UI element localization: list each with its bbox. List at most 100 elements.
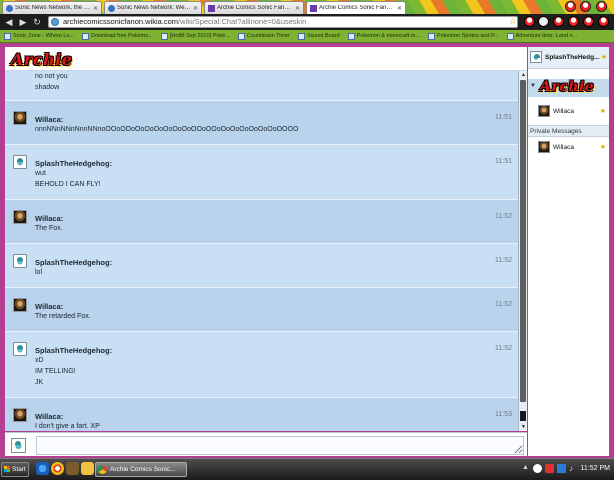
chat-message-input[interactable] [36, 436, 524, 455]
avatar[interactable] [13, 342, 27, 356]
bookmark-page-icon [4, 32, 11, 40]
sonic-favicon-icon [108, 4, 115, 12]
message-username[interactable]: Willaca: [35, 214, 63, 223]
minecraft-icon[interactable] [66, 462, 79, 475]
bookmark-item[interactable]: Sizzed Board [294, 32, 344, 40]
browser-tab-active[interactable]: Archie Comics Sonic Fanon W ✕ [306, 1, 406, 14]
message-list[interactable]: no not you shadow Willaca: 11:51 nnnNNnNNnNn… [5, 71, 518, 431]
avatar[interactable] [13, 298, 27, 312]
volume-icon[interactable]: ♪ [569, 464, 578, 473]
scroll-thumb[interactable] [520, 80, 526, 402]
avatar[interactable] [13, 254, 27, 268]
taskbar-clock[interactable]: 11:52 PM [581, 465, 610, 472]
start-button[interactable]: Start [1, 462, 29, 477]
pokeball-extension-icon[interactable] [568, 16, 579, 27]
message-username[interactable]: SplashTheHedgehog: [35, 159, 112, 168]
avatar[interactable] [13, 155, 27, 169]
security-icon[interactable] [545, 464, 554, 473]
avatar [11, 438, 26, 453]
private-user-name: Willaca [553, 144, 574, 151]
extension-icon[interactable] [538, 16, 549, 27]
bookmark-page-icon [160, 32, 168, 40]
pokeball-extension-icon[interactable] [583, 16, 594, 27]
show-hidden-icons-icon[interactable]: ▲ [522, 464, 531, 473]
bookmark-item[interactable]: Countdown Timer [234, 32, 294, 40]
chrome-icon[interactable] [51, 462, 64, 475]
current-user[interactable]: SplashTheHedg... ★ [528, 47, 609, 69]
close-tab-icon[interactable]: ✕ [397, 5, 402, 12]
message-username[interactable]: Willaca: [35, 412, 63, 421]
scroll-track[interactable] [520, 411, 526, 421]
pokeball-extension-icon[interactable] [598, 16, 609, 27]
message-text: wut [35, 170, 46, 177]
url-field[interactable]: archiecomicssonicfanon.wikia.com/wiki/Sp… [48, 16, 518, 28]
avatar [530, 51, 542, 63]
message-timestamp: 11:52 [495, 345, 512, 352]
bookmark-item[interactable]: Adventure time: Land o... [503, 32, 581, 40]
chat-window: Archie no not you shadow Willaca: 11:51 nnnN… [0, 43, 614, 458]
chat-message: SplashTheHedgehog: 11:52 xD IM TELLING! JK [5, 332, 518, 398]
ie-icon[interactable] [36, 462, 49, 475]
avatar[interactable] [13, 210, 27, 224]
bookmark-page-icon [297, 32, 305, 40]
bookmarks-bar: Sonic Zone - Where Le... Download free P… [0, 30, 614, 43]
bookmark-item[interactable]: Pokemon Sprites and P... [424, 32, 503, 40]
tab-label: Sonic News Network: Welco [117, 5, 191, 11]
maximize-icon[interactable] [580, 1, 591, 12]
browser-tab[interactable]: Sonic News Network: Welco ✕ [104, 1, 202, 14]
star-icon: ★ [600, 54, 607, 61]
collapse-arrow-icon[interactable]: ▼ [530, 83, 536, 89]
taskbar-window-button[interactable]: Archie Comics Sonic... [95, 462, 187, 477]
browser-tab[interactable]: Sonic News Network, the So ✕ [2, 1, 102, 14]
bookmark-star-icon[interactable]: ☆ [509, 16, 517, 27]
close-tab-icon[interactable]: ✕ [193, 5, 198, 12]
room-entry[interactable]: ▼ Archie [528, 79, 609, 97]
chat-message: Willaca: 11:53 I don't give a fart. XP [5, 398, 518, 431]
minimize-icon[interactable] [565, 1, 576, 12]
private-message-user[interactable]: Willaca ★ [528, 139, 609, 157]
avatar [538, 105, 550, 117]
scroll-up-icon[interactable]: ▲ [519, 71, 528, 79]
scroll-down-icon[interactable]: ▼ [519, 423, 528, 431]
forward-icon[interactable]: ▶ [17, 16, 29, 28]
avatar[interactable] [13, 111, 27, 125]
message-username[interactable]: Willaca: [35, 115, 63, 124]
room-user-item[interactable]: Willaca ★ [528, 103, 609, 121]
archie-wordmark[interactable]: Archie [11, 50, 72, 69]
avatar [538, 141, 550, 153]
message-username[interactable]: SplashTheHedgehog: [35, 258, 112, 267]
close-tab-icon[interactable]: ✕ [93, 5, 98, 12]
browser-tab[interactable]: Archie Comics Sonic Fanon W ✕ [204, 1, 304, 14]
taskbar-window-label: Archie Comics Sonic... [110, 466, 176, 473]
message-timestamp: 11:51 [495, 158, 512, 165]
taskbar: Start Archie Comics Sonic... ▲ ♪ 11:52 P… [0, 458, 614, 480]
avatar[interactable] [13, 408, 27, 422]
close-tab-icon[interactable]: ✕ [295, 5, 300, 12]
message-text: The Fox. [35, 225, 63, 232]
message-username[interactable]: Willaca: [35, 302, 63, 311]
chat-message: Willaca: 11:52 The retarded Fox. [5, 288, 518, 332]
bookmark-item[interactable]: Download free Pokémo... [78, 32, 157, 40]
back-icon[interactable]: ◀ [3, 16, 15, 28]
close-window-icon[interactable] [596, 1, 607, 12]
bookmark-page-icon [506, 32, 514, 40]
message-text: JK [35, 379, 44, 386]
bookmark-item[interactable]: [HotM Sep 2010] Poké... [157, 32, 234, 40]
bookmark-item[interactable]: Pokemon & minecraft m... [344, 32, 424, 40]
pokeball-extension-icon[interactable] [524, 16, 535, 27]
bookmark-page-icon [427, 32, 435, 40]
monitor-icon[interactable] [557, 464, 566, 473]
network-icon[interactable] [533, 464, 542, 473]
star-icon: ★ [599, 144, 606, 151]
message-scrollbar[interactable]: ▲ ▼ [518, 71, 527, 431]
pokeball-extension-icon[interactable] [553, 16, 564, 27]
folder-icon[interactable] [81, 462, 94, 475]
bookmark-item[interactable]: Sonic Zone - Where Le... [0, 32, 78, 40]
reload-icon[interactable]: ↻ [31, 16, 43, 28]
chat-message: Willaca: 11:51 nnnNNnNNnNnnNNnoOOoOOoOoOoO… [5, 101, 518, 145]
message-timestamp: 11:52 [495, 213, 512, 220]
message-text: I don't give a fart. XP [35, 423, 100, 430]
globe-icon [51, 18, 59, 26]
message-username[interactable]: SplashTheHedgehog: [35, 346, 112, 355]
tab-label: Sonic News Network, the So [15, 5, 91, 11]
